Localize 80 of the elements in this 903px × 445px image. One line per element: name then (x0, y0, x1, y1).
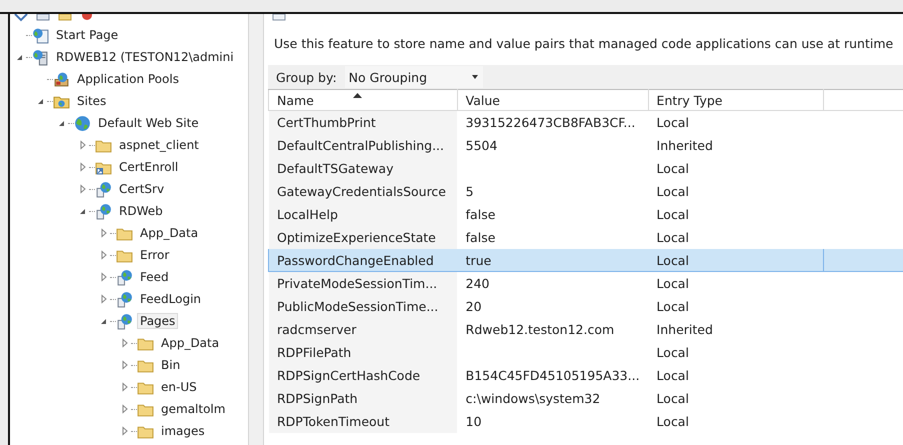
table-cell: 5504 (457, 134, 648, 156)
table-cell: PublicModeSessionTime... (268, 294, 458, 318)
table-cell: GatewayCredentialsSource (268, 180, 458, 202)
table-cell-text: Local (656, 344, 690, 362)
app-pool-icon (53, 70, 70, 88)
table-cell-text: Local (656, 390, 690, 408)
tree-item[interactable]: Bin (158, 357, 184, 373)
table-cell: OptimizeExperienceState (268, 226, 458, 248)
table-cell: 240 (457, 272, 648, 294)
tree-item[interactable]: Pages (137, 313, 178, 329)
column-header[interactable]: Entry Type (648, 90, 824, 110)
table-cell: DefaultCentralPublishing... (268, 134, 458, 156)
web-app-icon (95, 180, 112, 198)
caret-icon (470, 74, 479, 80)
tree-item[interactable]: CertSrv (116, 181, 168, 197)
table-cell: LocalHelp (268, 202, 458, 226)
folder-icon[interactable] (58, 14, 72, 22)
table-cell-text: Local (656, 366, 690, 384)
table-cell: false (457, 202, 648, 226)
tree-item[interactable]: FeedLogin (137, 291, 204, 307)
tree-item[interactable]: Default Web Site (95, 115, 202, 131)
column-header[interactable]: Value (457, 90, 648, 110)
tree-item[interactable]: Feed (137, 269, 172, 285)
table-cell: PrivateModeSessionTim... (268, 272, 458, 294)
tree-item[interactable]: en-US (158, 379, 200, 395)
toolbar-icon[interactable] (14, 14, 28, 22)
toolbar-icon[interactable] (80, 14, 94, 22)
toolbar-icon[interactable] (272, 14, 286, 22)
table-cell: false (457, 226, 648, 248)
table-cell: Local (648, 272, 824, 294)
group-by-dropdown[interactable]: No Grouping (344, 66, 483, 88)
table-cell: RDPTokenTimeout (268, 410, 458, 432)
table-cell-text: Local (656, 160, 690, 178)
table-cell-text: Local (656, 182, 690, 200)
tree-item[interactable]: App_Data (137, 225, 202, 241)
table-cell: Rdweb12.teston12.com (457, 318, 648, 340)
tree-item[interactable]: gemaltolm (158, 401, 228, 417)
table-cell-text: Local (656, 298, 690, 316)
table-cell-text: Local (656, 228, 690, 246)
table-cell: DefaultTSGateway (268, 156, 458, 180)
tree-item[interactable]: RDWeb (116, 203, 166, 219)
tree-item[interactable]: Error (137, 247, 172, 263)
tree-item[interactable]: images (158, 423, 208, 439)
table-cell-text: Local (656, 206, 690, 224)
table-cell: true (457, 248, 648, 272)
table-cell: 5 (457, 180, 648, 202)
table-cell-text: Local (656, 412, 690, 430)
table-cell: Local (648, 248, 824, 272)
web-app-icon (116, 312, 133, 330)
tree-item[interactable]: RDWEB12 (TESTON12\admini (53, 49, 237, 65)
column-header[interactable]: Name (268, 90, 458, 110)
group-by-label: Group by: (276, 70, 337, 84)
table-cell: RDPFilePath (268, 340, 458, 364)
description-text: Use this feature to store name and value pairs that managed code applications can use at runtime (274, 36, 894, 51)
tree-item[interactable]: CertEnroll (116, 159, 182, 175)
tree-item[interactable]: aspnet_client (116, 137, 202, 153)
table-cell: CertThumbPrint (268, 110, 458, 134)
web-app-icon (116, 290, 133, 308)
table-cell: c:\windows\system32 (457, 386, 648, 410)
tree-item[interactable]: Application Pools (74, 71, 182, 87)
web-app-icon (95, 202, 112, 220)
tree-item[interactable]: Start Page (53, 27, 122, 43)
table-cell: 10 (457, 410, 648, 432)
web-app-icon (116, 268, 133, 286)
table-cell: 39315226473CB8FAB3CF... (457, 110, 648, 134)
globe-icon (74, 114, 91, 132)
tree-item[interactable]: Sites (74, 93, 110, 109)
table-cell: B154C45FD45105195A33... (457, 364, 648, 386)
tree-item[interactable]: App_Data (158, 335, 222, 351)
table-cell: PasswordChangeEnabled (268, 248, 458, 272)
table-cell: RDPSignCertHashCode (268, 364, 458, 386)
table-cell: Local (648, 110, 824, 134)
table-cell-text: Inherited (656, 136, 714, 154)
table-cell: radcmserver (268, 318, 458, 340)
toolbar-icon[interactable] (36, 14, 50, 22)
table-cell: RDPSignPath (268, 386, 458, 410)
start-page-icon (32, 26, 49, 44)
table-cell-text: Inherited (656, 320, 714, 338)
table-cell: 20 (457, 294, 648, 318)
server-icon (32, 48, 49, 66)
